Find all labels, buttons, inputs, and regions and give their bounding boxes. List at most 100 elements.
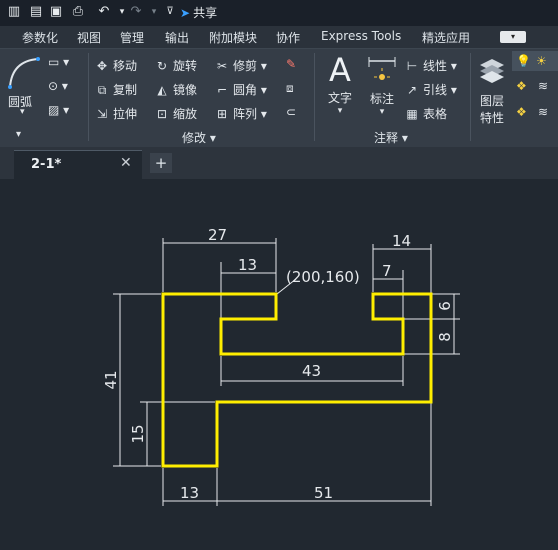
mirror-icon: ◭ bbox=[157, 83, 167, 97]
quick-access-toolbar: ▥ ▤ ▣ ⎙ ↶ ▾ ↷ ▾ ⊽ ➤ 共享 bbox=[0, 0, 558, 26]
lightbulb-icon[interactable]: 💡 bbox=[516, 54, 531, 68]
mirror-label: 镜像 bbox=[173, 83, 198, 97]
dim-base-width: 51 bbox=[314, 484, 333, 502]
ribbon-tab-bar: 参数化 视图 管理 输出 附加模块 协作 Express Tools 精选应用 … bbox=[0, 26, 558, 49]
part-outline[interactable] bbox=[161, 292, 433, 468]
layer-off-icon[interactable]: ❖ bbox=[516, 105, 527, 119]
file-tab-label: 2-1* bbox=[31, 157, 62, 172]
table-label: 表格 bbox=[423, 107, 448, 121]
move-icon: ✥ bbox=[96, 59, 108, 73]
undo-icon[interactable]: ↶ bbox=[96, 4, 112, 20]
redo-icon[interactable]: ↷ bbox=[128, 4, 144, 20]
print-icon[interactable]: ⎙ bbox=[70, 4, 86, 20]
tab-collaborate[interactable]: 协作 bbox=[276, 29, 300, 46]
trim-label: 修剪 bbox=[233, 59, 258, 73]
layer-properties-button[interactable]: 图层 特性 bbox=[474, 53, 510, 126]
hatch-icon[interactable]: ▨ ▾ bbox=[48, 103, 69, 117]
fillet-button[interactable]: ⌐ 圆角 ▾ bbox=[214, 81, 267, 98]
dim-slot-width: 43 bbox=[302, 362, 321, 380]
rotate-label: 旋转 bbox=[173, 59, 198, 73]
rotate-button[interactable]: ↻ 旋转 bbox=[154, 57, 197, 74]
ribbon-panel: 圆弧 ▾ ▭ ▾ ⊙ ▾ ▨ ▾ ▾ ✥ 移动 ↻ 旋转 ✂ 修剪 ▾ ⧉ 复制 ◭ 镜像… bbox=[0, 49, 558, 147]
draw-panel-dropdown-icon[interactable]: ▾ bbox=[16, 129, 21, 140]
leader-button[interactable]: ↗ 引线 ▾ bbox=[404, 81, 457, 98]
ellipse-icon[interactable]: ⊙ ▾ bbox=[48, 79, 68, 93]
leader-icon: ↗ bbox=[406, 83, 418, 97]
trim-icon: ✂ bbox=[216, 59, 228, 73]
text-button[interactable]: A 文字 ▾ bbox=[322, 51, 358, 116]
dim-top-width: 27 bbox=[208, 226, 227, 244]
array-button[interactable]: ⊞ 阵列 ▾ bbox=[214, 105, 267, 122]
copy-label: 复制 bbox=[113, 83, 138, 97]
scale-button[interactable]: ⊡ 缩放 bbox=[154, 105, 197, 122]
dim-right-width: 14 bbox=[392, 232, 411, 250]
arc-dropdown-icon[interactable]: ▾ bbox=[20, 107, 25, 117]
panel-separator bbox=[470, 53, 471, 141]
trim-button[interactable]: ✂ 修剪 ▾ bbox=[214, 57, 267, 74]
text-icon: A bbox=[329, 51, 351, 89]
array-label: 阵列 bbox=[233, 107, 258, 121]
erase-icon[interactable]: ✎ bbox=[286, 57, 296, 71]
sun-icon[interactable]: ☀ bbox=[536, 54, 547, 68]
modify-panel-title[interactable]: 修改 ▾ bbox=[182, 129, 216, 146]
tab-parametric[interactable]: 参数化 bbox=[22, 29, 58, 46]
stretch-label: 拉伸 bbox=[113, 107, 138, 121]
linear-dimension-icon: ⊢ bbox=[406, 59, 418, 73]
offset-icon[interactable]: ⊂ bbox=[286, 105, 296, 119]
arc-icon[interactable] bbox=[6, 55, 42, 91]
stretch-icon: ⇲ bbox=[96, 107, 108, 121]
scale-icon: ⊡ bbox=[156, 107, 168, 121]
mirror-button[interactable]: ◭ 镜像 bbox=[154, 81, 197, 98]
rectangle-icon[interactable]: ▭ ▾ bbox=[48, 55, 69, 69]
rotate-icon: ↻ bbox=[156, 59, 168, 73]
dim-right-notch: 7 bbox=[382, 262, 392, 280]
layer-properties-icon bbox=[480, 59, 504, 83]
layer-stack-icon[interactable]: ≋ bbox=[538, 79, 548, 93]
dim-right-h2: 8 bbox=[436, 332, 454, 342]
layers-label-line2: 特性 bbox=[479, 111, 504, 125]
fillet-icon: ⌐ bbox=[216, 83, 228, 97]
dim-right-h1: 6 bbox=[436, 301, 454, 311]
stretch-button[interactable]: ⇲ 拉伸 bbox=[94, 105, 137, 122]
panel-separator bbox=[88, 53, 89, 141]
tab-express-tools[interactable]: Express Tools bbox=[321, 29, 401, 43]
file-tab-bar: 2-1* ✕ + bbox=[0, 147, 558, 180]
tab-view[interactable]: 视图 bbox=[77, 29, 101, 46]
ribbon-minimize-button[interactable]: ▾ bbox=[500, 31, 526, 43]
save-as-icon[interactable]: ▣ bbox=[48, 4, 64, 20]
point-label: (200,160) bbox=[286, 268, 360, 286]
layer-match-icon[interactable]: ≋ bbox=[538, 105, 548, 119]
dimension-button[interactable]: 标注 ▾ bbox=[364, 55, 400, 117]
drawing-canvas[interactable]: 27 13 14 7 (200,160) 43 13 51 41 15 6 8 bbox=[0, 180, 558, 550]
tab-addins[interactable]: 附加模块 bbox=[209, 29, 257, 46]
redo-dropdown-icon[interactable]: ▾ bbox=[146, 4, 162, 20]
copy-icon: ⧉ bbox=[97, 83, 107, 97]
file-tab-2-1[interactable]: 2-1* ✕ bbox=[14, 150, 142, 180]
dim-leg-width: 13 bbox=[180, 484, 199, 502]
tab-manage[interactable]: 管理 bbox=[120, 29, 144, 46]
tab-featured-apps[interactable]: 精选应用 bbox=[422, 29, 470, 46]
layer-freeze-icon[interactable]: ❖ bbox=[516, 79, 527, 93]
dimension-texts: 27 13 14 7 (200,160) 43 13 51 41 15 6 8 bbox=[102, 226, 454, 502]
save-icon[interactable]: ▤ bbox=[28, 4, 44, 20]
dim-notch: 13 bbox=[238, 256, 257, 274]
panel-separator bbox=[314, 53, 315, 141]
open-file-icon[interactable]: ▥ bbox=[6, 4, 22, 20]
share-button[interactable]: ➤ 共享 bbox=[180, 4, 217, 21]
text-dropdown-icon: ▾ bbox=[337, 106, 343, 116]
share-label: 共享 bbox=[193, 6, 218, 20]
tab-output[interactable]: 输出 bbox=[165, 29, 189, 46]
explode-icon[interactable]: ⧈ bbox=[286, 81, 294, 96]
annotation-panel-title[interactable]: 注释 ▾ bbox=[374, 129, 408, 146]
customize-qat-icon[interactable]: ⊽ bbox=[162, 4, 178, 20]
close-tab-icon[interactable]: ✕ bbox=[120, 155, 132, 171]
move-label: 移动 bbox=[113, 59, 138, 73]
dimension-icon bbox=[368, 57, 396, 80]
table-button[interactable]: ▦ 表格 bbox=[404, 105, 447, 122]
new-tab-button[interactable]: + bbox=[150, 153, 172, 173]
linear-button[interactable]: ⊢ 线性 ▾ bbox=[404, 57, 457, 74]
fillet-label: 圆角 bbox=[233, 83, 258, 97]
move-button[interactable]: ✥ 移动 bbox=[94, 57, 137, 74]
leader-label: 引线 bbox=[423, 83, 448, 97]
copy-button[interactable]: ⧉ 复制 bbox=[94, 81, 137, 98]
